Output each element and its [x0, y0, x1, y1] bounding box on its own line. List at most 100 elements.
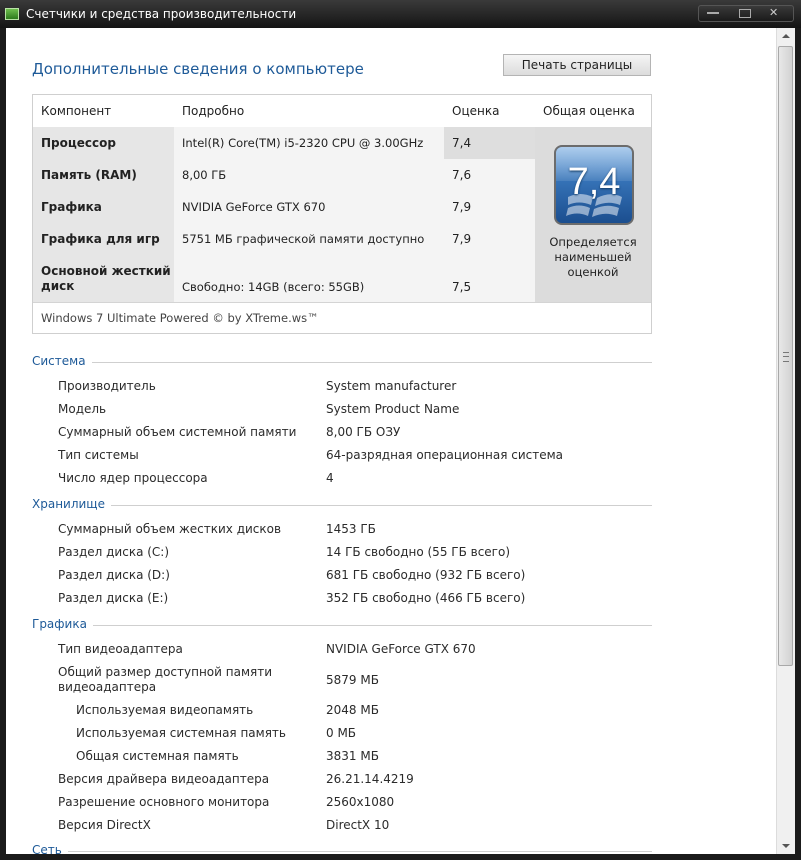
scroll-up-icon[interactable]	[782, 34, 790, 38]
info-value: 1453 ГБ	[326, 522, 376, 536]
component-details: Intel(R) Core(TM) i5-2320 CPU @ 3.00GHz	[174, 127, 444, 159]
info-key: Используемая системная память	[76, 726, 286, 740]
info-row: Суммарный объем системной памяти 8,00 ГБ …	[32, 425, 652, 447]
component-score: 7,4	[444, 127, 535, 159]
info-row: Раздел диска (E:) 352 ГБ свободно (466 ГБ…	[32, 591, 652, 613]
header-details: Подробно	[182, 104, 245, 118]
component-details: 8,00 ГБ	[174, 159, 444, 191]
page-title: Дополнительные сведения о компьютере	[32, 60, 364, 78]
window-frame: Дополнительные сведения о компьютере Печ…	[0, 28, 801, 860]
overall-score-panel: 7,4 Определяется наименьшей оценкой	[535, 127, 651, 302]
info-key: Тип видеоадаптера	[58, 642, 183, 656]
score-row: Память (RAM) 8,00 ГБ 7,6	[33, 159, 535, 191]
component-details: 5751 МБ графической памяти доступно	[174, 223, 444, 255]
info-key: Раздел диска (D:)	[58, 568, 170, 582]
component-details: Свободно: 14GB (всего: 55GB)	[174, 255, 444, 302]
info-row: Общая системная память 3831 МБ	[32, 749, 652, 771]
info-key: Разрешение основного монитора	[58, 795, 270, 809]
window-title: Счетчики и средства производительности	[26, 7, 297, 21]
info-row: Используемая системная память 0 МБ	[32, 726, 652, 748]
info-key: Раздел диска (E:)	[58, 591, 169, 605]
info-row: Тип системы 64-разрядная операционная сис…	[32, 448, 652, 470]
info-value: 2560x1080	[326, 795, 395, 809]
info-key: Раздел диска (C:)	[58, 545, 170, 559]
section-title: Хранилище	[32, 497, 111, 511]
info-value: 5879 МБ	[326, 673, 379, 687]
title-bar: Счетчики и средства производительности ✕	[0, 0, 801, 29]
score-table: Компонент Подробно Оценка Общая оценка П…	[32, 94, 652, 334]
info-value: System Product Name	[326, 402, 460, 416]
info-key: Общая системная память	[76, 749, 239, 763]
score-row: Графика NVIDIA GeForce GTX 670 7,9	[33, 191, 535, 223]
info-key: Число ядер процессора	[58, 471, 208, 485]
minimize-icon[interactable]	[707, 12, 719, 14]
info-row: Тип видеоадаптера NVIDIA GeForce GTX 670	[32, 642, 652, 664]
info-row: Используемая видеопамять 2048 МБ	[32, 703, 652, 725]
info-row: Суммарный объем жестких дисков 1453 ГБ	[32, 522, 652, 544]
info-key: Суммарный объем системной памяти	[58, 425, 297, 439]
component-name: Графика	[33, 191, 174, 223]
info-row: Число ядер процессора 4	[32, 471, 652, 493]
info-row: Общий размер доступной памяти видеоадапт…	[32, 665, 652, 697]
score-row: Основной жесткий диск Свободно: 14GB (вс…	[33, 255, 535, 302]
info-row: Версия DirectX DirectX 10	[32, 818, 652, 840]
info-key: Суммарный объем жестких дисков	[58, 522, 282, 536]
info-value: 64-разрядная операционная система	[326, 448, 564, 462]
component-score: 7,9	[444, 223, 535, 255]
component-score: 7,9	[444, 191, 535, 223]
info-value: 352 ГБ свободно (466 ГБ всего)	[326, 591, 526, 605]
close-icon[interactable]: ✕	[769, 6, 778, 19]
info-value: 3831 МБ	[326, 749, 379, 763]
component-name: Графика для игр	[33, 223, 174, 255]
info-value: System manufacturer	[326, 379, 457, 393]
info-value: 0 МБ	[326, 726, 357, 740]
info-row: Разрешение основного монитора 2560x1080	[32, 795, 652, 817]
component-score: 7,5	[444, 255, 535, 302]
overall-score-value: 7,4	[567, 161, 621, 203]
component-score: 7,6	[444, 159, 535, 191]
info-value: 14 ГБ свободно (55 ГБ всего)	[326, 545, 511, 559]
overall-score-note: Определяется наименьшей оценкой	[549, 235, 637, 279]
scroll-down-icon[interactable]	[782, 844, 790, 848]
info-row: Версия драйвера видеоадаптера 26.21.14.42…	[32, 772, 652, 794]
section-title: Сеть	[32, 843, 68, 854]
header-component: Компонент	[41, 104, 112, 118]
info-row: Раздел диска (D:) 681 ГБ свободно (932 ГБ…	[32, 568, 652, 590]
info-value: 8,00 ГБ ОЗУ	[326, 425, 401, 439]
section-title: Система	[32, 354, 92, 368]
info-value: 681 ГБ свободно (932 ГБ всего)	[326, 568, 526, 582]
section-title: Графика	[32, 617, 93, 631]
component-name: Память (RAM)	[33, 159, 174, 191]
header-score: Оценка	[452, 104, 500, 118]
info-key: Версия драйвера видеоадаптера	[58, 772, 270, 786]
header-overall: Общая оценка	[543, 104, 635, 118]
vertical-scrollbar[interactable]	[776, 28, 795, 854]
scrollbar-thumb[interactable]	[778, 46, 793, 666]
info-value: NVIDIA GeForce GTX 670	[326, 642, 476, 656]
window-controls: ✕	[698, 5, 794, 22]
info-key: Используемая видеопамять	[76, 703, 254, 717]
info-key: Производитель	[58, 379, 156, 393]
info-value: DirectX 10	[326, 818, 390, 832]
print-page-button[interactable]: Печать страницы	[503, 54, 651, 76]
info-value: 4	[326, 471, 334, 485]
component-name: Основной жесткий диск	[33, 255, 174, 302]
score-row: Процессор Intel(R) Core(TM) i5-2320 CPU …	[33, 127, 535, 159]
content-area: Дополнительные сведения о компьютере Печ…	[6, 28, 776, 854]
info-key: Модель	[58, 402, 107, 416]
info-key: Тип системы	[58, 448, 139, 462]
score-badge: 7,4	[554, 145, 634, 225]
info-key: Общий размер доступной памяти видеоадапт…	[58, 665, 273, 694]
info-value: 2048 МБ	[326, 703, 379, 717]
info-row: Производитель System manufacturer	[32, 379, 652, 401]
score-row: Графика для игр 5751 МБ графической памя…	[33, 223, 535, 255]
info-value: 26.21.14.4219	[326, 772, 414, 786]
info-row: Модель System Product Name	[32, 402, 652, 424]
info-key: Версия DirectX	[58, 818, 151, 832]
component-name: Процессор	[33, 127, 174, 159]
component-details: NVIDIA GeForce GTX 670	[174, 191, 444, 223]
info-row: Раздел диска (C:) 14 ГБ свободно (55 ГБ в…	[32, 545, 652, 567]
app-icon	[5, 8, 19, 20]
edition-note: Windows 7 Ultimate Powered © by XTreme.w…	[33, 302, 651, 333]
maximize-icon[interactable]	[739, 9, 751, 18]
